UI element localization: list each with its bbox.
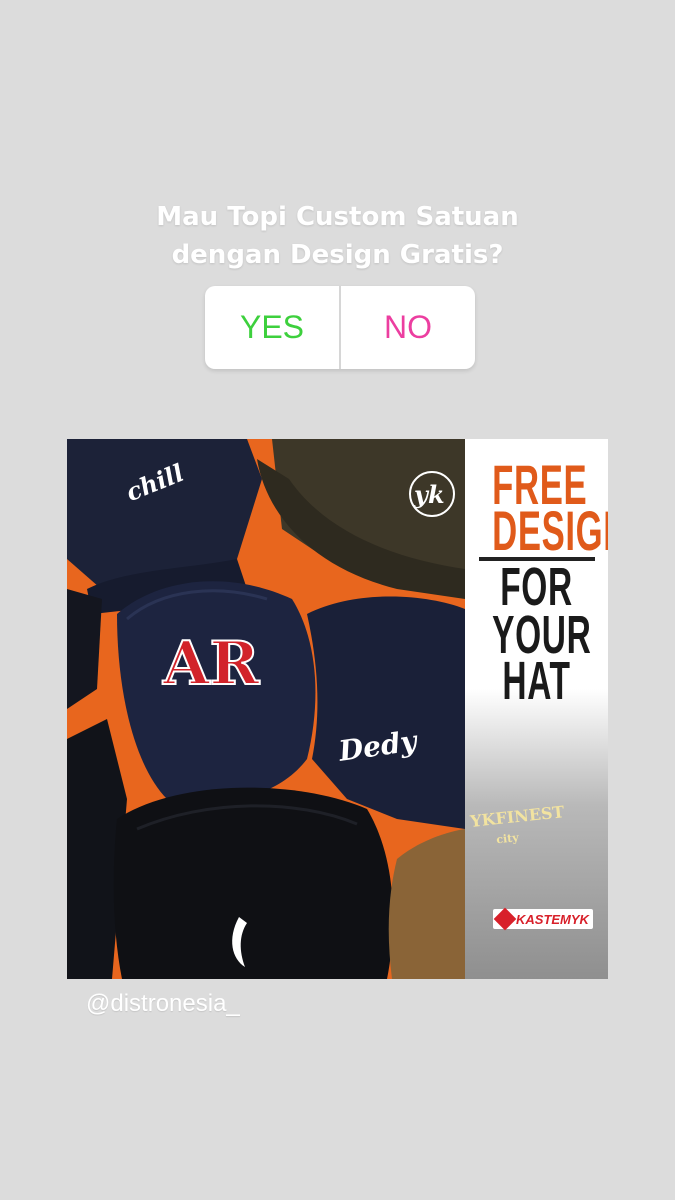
- shared-post-image[interactable]: chill yk AR Dedy FREE DESIGN FOR YOUR HA…: [67, 439, 608, 979]
- poll-question-line-2: dengan Design Gratis?: [171, 240, 504, 270]
- brand-logo: KASTEMYK: [493, 907, 593, 931]
- embroidery-yk: yk: [413, 480, 445, 509]
- ykfinest-city: city: [495, 831, 520, 847]
- poll-option-no[interactable]: NO: [341, 286, 475, 369]
- promo-panel: FREE DESIGN FOR YOUR HAT YKFINEST city K…: [465, 439, 608, 979]
- headline-design: DESIGN: [492, 499, 608, 562]
- brand-mark-icon: [493, 907, 517, 931]
- hats-illustration: chill yk AR Dedy: [67, 439, 465, 979]
- poll-sticker: YES NO: [205, 286, 475, 369]
- embroidery-monogram: AR: [162, 629, 261, 699]
- poll-question-line-1: Mau Topi Custom Satuan: [156, 202, 519, 232]
- poll-question: Mau Topi Custom Satuan dengan Design Gra…: [0, 198, 675, 274]
- hats-photo: chill yk AR Dedy: [67, 439, 465, 979]
- headline-for: FOR: [500, 557, 573, 617]
- mention-sticker[interactable]: @distronesia_: [86, 990, 240, 1018]
- poll-option-yes[interactable]: YES: [205, 286, 339, 369]
- brand-name: KASTEMYK: [516, 911, 589, 927]
- headline-hat: HAT: [502, 651, 571, 711]
